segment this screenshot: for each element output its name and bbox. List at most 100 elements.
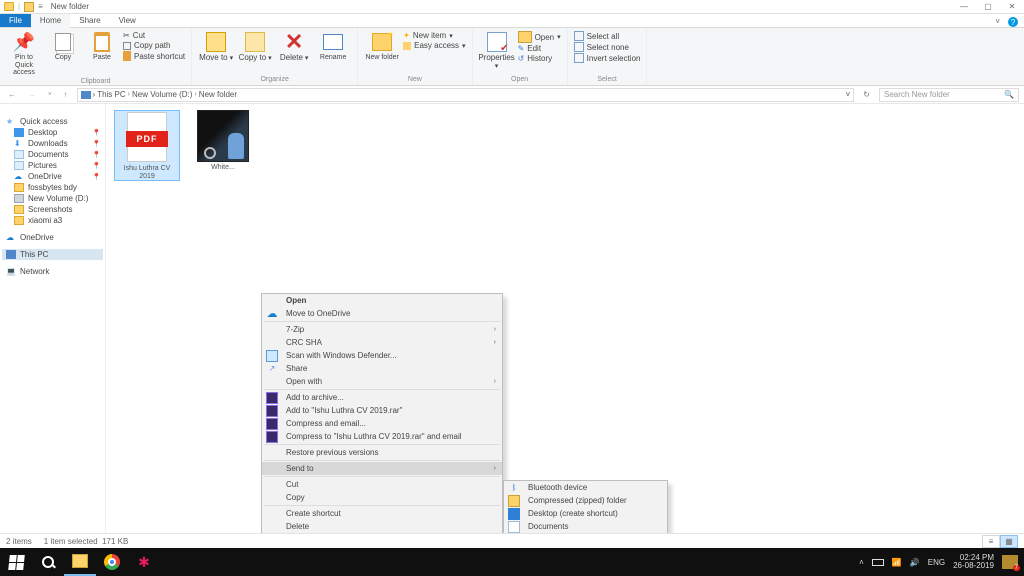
tab-view[interactable]: View [110, 14, 145, 27]
view-details-button[interactable]: ≡ [982, 535, 1000, 548]
open-button[interactable]: Open ▾ [518, 31, 561, 43]
menu-crc-sha[interactable]: CRC SHA› [262, 336, 502, 349]
help-icon[interactable]: ? [1008, 17, 1018, 27]
close-button[interactable]: ✕ [1000, 2, 1024, 11]
move-to-button[interactable]: Move to ▾ [198, 31, 234, 63]
sendto-desktop[interactable]: Desktop (create shortcut) [504, 507, 667, 520]
tray-language[interactable]: ENG [928, 558, 945, 567]
chrome-icon [104, 554, 120, 570]
properties-button[interactable]: ✔Properties ▾ [479, 31, 515, 70]
menu-share[interactable]: ↗Share [262, 362, 502, 375]
taskbar-chrome[interactable] [96, 548, 128, 576]
nav-documents[interactable]: Documents📍 [2, 149, 103, 160]
menu-open[interactable]: Open [262, 294, 502, 307]
menu-send-to[interactable]: Send to› [262, 462, 502, 475]
paste-shortcut-button[interactable]: Paste shortcut [123, 51, 185, 61]
minimize-button[interactable]: — [952, 2, 976, 11]
menu-move-onedrive[interactable]: ☁Move to OneDrive [262, 307, 502, 320]
taskbar-slack[interactable] [128, 548, 160, 576]
tab-home[interactable]: Home [31, 14, 70, 27]
nav-fossbytes[interactable]: fossbytes bdy [2, 182, 103, 193]
cut-button[interactable]: ✂Cut [123, 31, 185, 40]
maximize-button[interactable]: ▢ [976, 2, 1000, 11]
tray-chevron-icon[interactable]: ˄ [859, 558, 864, 567]
select-all-button[interactable]: Select all [574, 31, 641, 41]
paste-button[interactable]: Paste [84, 31, 120, 62]
nav-back-button[interactable]: ← [5, 90, 19, 99]
menu-create-shortcut[interactable]: Create shortcut [262, 507, 502, 520]
tray-battery-icon[interactable] [872, 559, 884, 566]
file-list[interactable]: PDF Ishu Luthra CV 2019 White... Open ☁M… [106, 104, 1024, 547]
nav-desktop[interactable]: Desktop📍 [2, 127, 103, 138]
tray-wifi-icon[interactable]: 📶 [892, 558, 902, 567]
menu-compress-rar-email[interactable]: Compress to "Ishu Luthra CV 2019.rar" an… [262, 430, 502, 443]
copy-path-button[interactable]: Copy path [123, 41, 185, 50]
menu-defender[interactable]: Scan with Windows Defender... [262, 349, 502, 362]
qat-properties-icon[interactable] [24, 2, 34, 12]
tab-file[interactable]: File [0, 14, 31, 27]
breadcrumb-dropdown-icon[interactable]: ˅ [846, 90, 851, 99]
nav-network[interactable]: 💻Network [2, 266, 103, 277]
qat-dropdown-icon[interactable]: ≡ [38, 2, 43, 11]
nav-screenshots[interactable]: Screenshots [2, 204, 103, 215]
easy-access-button[interactable]: Easy access ▾ [403, 41, 465, 50]
copy-to-button[interactable]: Copy to ▾ [237, 31, 273, 63]
pin-quick-access-button[interactable]: 📌Pin to Quick access [6, 31, 42, 77]
menu-compress-email[interactable]: Compress and email... [262, 417, 502, 430]
nav-pictures[interactable]: Pictures📍 [2, 160, 103, 171]
file-item-image[interactable]: White... [190, 110, 256, 172]
menu-open-with[interactable]: Open with› [262, 375, 502, 388]
nav-new-volume[interactable]: New Volume (D:) [2, 193, 103, 204]
new-item-button[interactable]: ✦New item ▾ [403, 31, 465, 40]
start-button[interactable] [0, 548, 32, 576]
nav-up-button[interactable]: ↑ [61, 90, 71, 99]
notification-badge: 7 [1013, 565, 1020, 571]
view-icons-button[interactable]: ▦ [1000, 535, 1018, 548]
menu-add-rar[interactable]: Add to "Ishu Luthra CV 2019.rar" [262, 404, 502, 417]
delete-button[interactable]: ✕Delete ▾ [276, 31, 312, 63]
nav-recent-button[interactable]: ˅ [45, 92, 55, 98]
copy-button[interactable]: Copy [45, 31, 81, 62]
select-none-button[interactable]: Select none [574, 42, 641, 52]
search-input[interactable]: Search New folder 🔍 [879, 88, 1019, 102]
new-folder-button[interactable]: New folder [364, 31, 400, 62]
crumb-this-pc[interactable]: This PC [97, 90, 125, 99]
tab-share[interactable]: Share [70, 14, 109, 27]
menu-delete[interactable]: Delete [262, 520, 502, 533]
nav-onedrive[interactable]: ☁OneDrive📍 [2, 171, 103, 182]
tray-clock[interactable]: 02:24 PM 26-08-2019 [953, 554, 994, 570]
nav-this-pc[interactable]: This PC [2, 249, 103, 260]
menu-add-archive[interactable]: Add to archive... [262, 391, 502, 404]
file-item-pdf[interactable]: PDF Ishu Luthra CV 2019 [114, 110, 180, 181]
nav-downloads[interactable]: ⬇Downloads📍 [2, 138, 103, 149]
taskbar-search-button[interactable] [32, 548, 64, 576]
nav-onedrive-root[interactable]: ☁OneDrive [2, 232, 103, 243]
rename-button[interactable]: Rename [315, 31, 351, 62]
crumb-folder[interactable]: New folder [199, 90, 237, 99]
nav-xiaomi[interactable]: xiaomi a3 [2, 215, 103, 226]
nav-quick-access[interactable]: ★Quick access [2, 116, 103, 127]
ribbon-collapse-icon[interactable]: ˅ [995, 17, 1000, 27]
tray-volume-icon[interactable]: 🔊 [910, 558, 920, 567]
menu-cut[interactable]: Cut [262, 478, 502, 491]
invert-selection-button[interactable]: Invert selection [574, 53, 641, 63]
menu-copy[interactable]: Copy [262, 491, 502, 504]
desktop-icon [508, 508, 520, 520]
group-label-select: Select [574, 75, 641, 85]
menu-7zip[interactable]: 7-Zip› [262, 323, 502, 336]
action-center-button[interactable]: 7 [1002, 555, 1018, 569]
refresh-button[interactable]: ↻ [860, 90, 873, 99]
breadcrumb[interactable]: › This PC› New Volume (D:)› New folder ˅ [77, 88, 855, 102]
sendto-zip[interactable]: Compressed (zipped) folder [504, 494, 667, 507]
select-none-icon [574, 42, 584, 52]
history-button[interactable]: ↺History [518, 54, 561, 63]
nav-forward-button[interactable]: → [25, 90, 39, 99]
zip-icon [508, 495, 520, 507]
taskbar-explorer[interactable] [64, 548, 96, 576]
bluetooth-icon: ᛒ [508, 482, 520, 494]
edit-button[interactable]: ✎Edit [518, 44, 561, 53]
sendto-bluetooth[interactable]: ᛒBluetooth device [504, 481, 667, 494]
sendto-documents[interactable]: Documents [504, 520, 667, 533]
menu-restore-versions[interactable]: Restore previous versions [262, 446, 502, 459]
crumb-volume[interactable]: New Volume (D:) [132, 90, 192, 99]
